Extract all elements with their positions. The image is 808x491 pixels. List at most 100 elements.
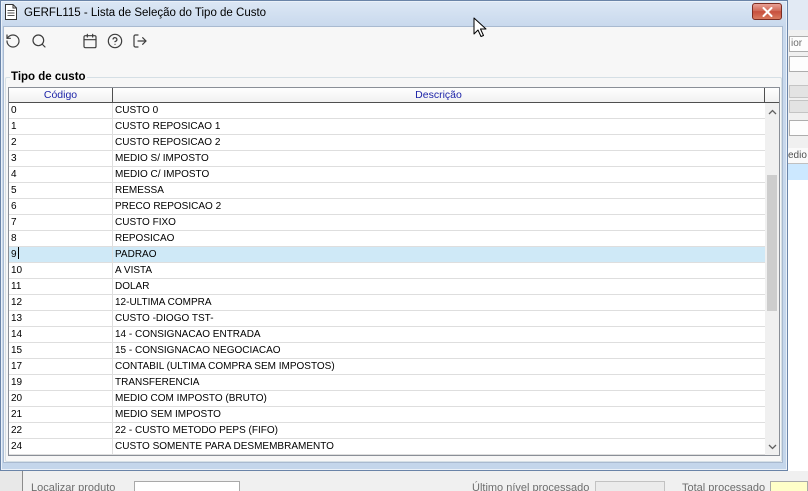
table-row[interactable]: 15 15 - CONSIGNACAO NEGOCIACAO [9,343,765,359]
table-row[interactable]: 8 REPOSICAO [9,231,765,247]
table-row[interactable]: 21 MEDIO SEM IMPOSTO [9,407,765,423]
text-caret [17,247,19,259]
cell-codigo[interactable]: 6 [9,199,113,214]
cell-codigo[interactable]: 11 [9,279,113,294]
help-icon [107,33,123,49]
cell-descricao[interactable]: MEDIO S/ IMPOSTO [113,151,765,166]
search-button[interactable] [29,31,49,51]
cell-descricao[interactable]: REPOSICAO [113,231,765,246]
cell-descricao[interactable]: TRANSFERENCIA [113,375,765,390]
background-field-1[interactable]: ior [789,36,808,52]
table-row[interactable]: 1 CUSTO REPOSICAO 1 [9,119,765,135]
cell-codigo[interactable]: 3 [9,151,113,166]
background-bar-2[interactable] [789,100,808,113]
cell-descricao[interactable]: A VISTA [113,263,765,278]
cell-descricao[interactable]: CUSTO REPOSICAO 1 [113,119,765,134]
cell-descricao[interactable]: 15 - CONSIGNACAO NEGOCIACAO [113,343,765,358]
cell-codigo[interactable]: 7 [9,215,113,230]
cell-descricao[interactable]: CUSTO FIXO [113,215,765,230]
column-header-descricao[interactable]: Descrição [113,88,765,102]
column-header-codigo[interactable]: Código [9,88,113,102]
table-row[interactable]: 11 DOLAR [9,279,765,295]
background-list[interactable] [788,180,808,471]
scroll-down-button[interactable] [765,438,779,455]
title-bar[interactable]: GERFL115 - Lista de Seleção do Tipo de C… [0,0,788,26]
cell-codigo[interactable]: 15 [9,343,113,358]
table-row[interactable]: 14 14 - CONSIGNACAO ENTRADA [9,327,765,343]
table-row[interactable]: 12 12-ULTIMA COMPRA [9,295,765,311]
cell-descricao[interactable]: CUSTO SOMENTE PARA DESMEMBRAMENTO [113,439,765,454]
chevron-up-icon [768,109,777,115]
close-icon [762,7,773,17]
table-row-selected[interactable]: 9 PADRAO [9,247,765,263]
calendar-button[interactable] [80,31,100,51]
cell-codigo[interactable]: 4 [9,167,113,182]
table-row[interactable]: 7 CUSTO FIXO [9,215,765,231]
cell-descricao[interactable]: DOLAR [113,279,765,294]
table-row[interactable]: 3 MEDIO S/ IMPOSTO [9,151,765,167]
refresh-button[interactable] [3,31,23,51]
table-row[interactable]: 2 CUSTO REPOSICAO 2 [9,135,765,151]
table-row[interactable]: 4 MEDIO C/ IMPOSTO [9,167,765,183]
cell-descricao[interactable]: MEDIO SEM IMPOSTO [113,407,765,422]
scrollbar-thumb[interactable] [767,175,777,311]
cell-codigo[interactable]: 20 [9,391,113,406]
cell-codigo[interactable]: 19 [9,375,113,390]
background-bar-1[interactable] [789,85,808,98]
cell-codigo[interactable]: 22 [9,423,113,438]
exit-button[interactable] [130,31,150,51]
cell-codigo-text: 3 [11,153,17,164]
cell-descricao[interactable]: PRECO REPOSICAO 2 [113,199,765,214]
table-row[interactable]: 13 CUSTO -DIOGO TST- [9,311,765,327]
table-row[interactable]: 19 TRANSFERENCIA [9,375,765,391]
table-row[interactable]: 5 REMESSA [9,183,765,199]
cell-codigo[interactable]: 9 [9,247,113,262]
cell-descricao[interactable]: 22 - CUSTO METODO PEPS (FIFO) [113,423,765,438]
search-product-label: Localizar produto [31,482,116,491]
cell-descricao[interactable]: MEDIO C/ IMPOSTO [113,167,765,182]
cell-codigo[interactable]: 12 [9,295,113,310]
background-selected-row[interactable] [788,164,808,180]
cell-descricao[interactable]: PADRAO [113,247,765,262]
cell-descricao[interactable]: 14 - CONSIGNACAO ENTRADA [113,327,765,342]
cell-codigo-text: 15 [11,345,23,356]
table-row[interactable]: 0 CUSTO 0 [9,103,765,119]
search-product-input[interactable] [134,481,240,491]
table-row[interactable]: 22 22 - CUSTO METODO PEPS (FIFO) [9,423,765,439]
vertical-scrollbar[interactable] [765,103,779,455]
cell-codigo[interactable]: 17 [9,359,113,374]
selection-dialog: GERFL115 - Lista de Seleção do Tipo de C… [0,0,788,471]
cell-codigo[interactable]: 24 [9,439,113,454]
table-row[interactable]: 10 A VISTA [9,263,765,279]
cell-codigo[interactable]: 2 [9,135,113,150]
cell-codigo[interactable]: 1 [9,119,113,134]
background-column-header-text: edio [788,150,807,161]
background-left-panel [0,471,23,491]
table-row[interactable]: 24 CUSTO SOMENTE PARA DESMEMBRAMENTO [9,439,765,455]
cell-descricao[interactable]: REMESSA [113,183,765,198]
cell-codigo[interactable]: 5 [9,183,113,198]
close-button[interactable] [752,3,782,20]
cell-codigo-text: 22 [11,425,23,436]
help-button[interactable] [105,31,125,51]
scroll-up-button[interactable] [765,103,779,120]
cell-codigo[interactable]: 10 [9,263,113,278]
cell-descricao[interactable]: 12-ULTIMA COMPRA [113,295,765,310]
table-row[interactable]: 20 MEDIO COM IMPOSTO (BRUTO) [9,391,765,407]
cell-descricao[interactable]: CUSTO -DIOGO TST- [113,311,765,326]
cell-codigo[interactable]: 13 [9,311,113,326]
background-column-header: edio [788,148,808,164]
cell-descricao[interactable]: MEDIO COM IMPOSTO (BRUTO) [113,391,765,406]
background-field-3[interactable] [789,120,808,136]
cell-codigo[interactable]: 14 [9,327,113,342]
table-row[interactable]: 6 PRECO REPOSICAO 2 [9,199,765,215]
cell-codigo-text: 12 [11,297,23,308]
background-field-2[interactable] [789,56,808,72]
cell-codigo[interactable]: 0 [9,103,113,118]
cell-codigo[interactable]: 8 [9,231,113,246]
cell-descricao[interactable]: CUSTO 0 [113,103,765,118]
cell-codigo[interactable]: 21 [9,407,113,422]
table-row[interactable]: 17 CONTABIL (ULTIMA COMPRA SEM IMPOSTOS) [9,359,765,375]
cell-descricao[interactable]: CONTABIL (ULTIMA COMPRA SEM IMPOSTOS) [113,359,765,374]
cell-descricao[interactable]: CUSTO REPOSICAO 2 [113,135,765,150]
